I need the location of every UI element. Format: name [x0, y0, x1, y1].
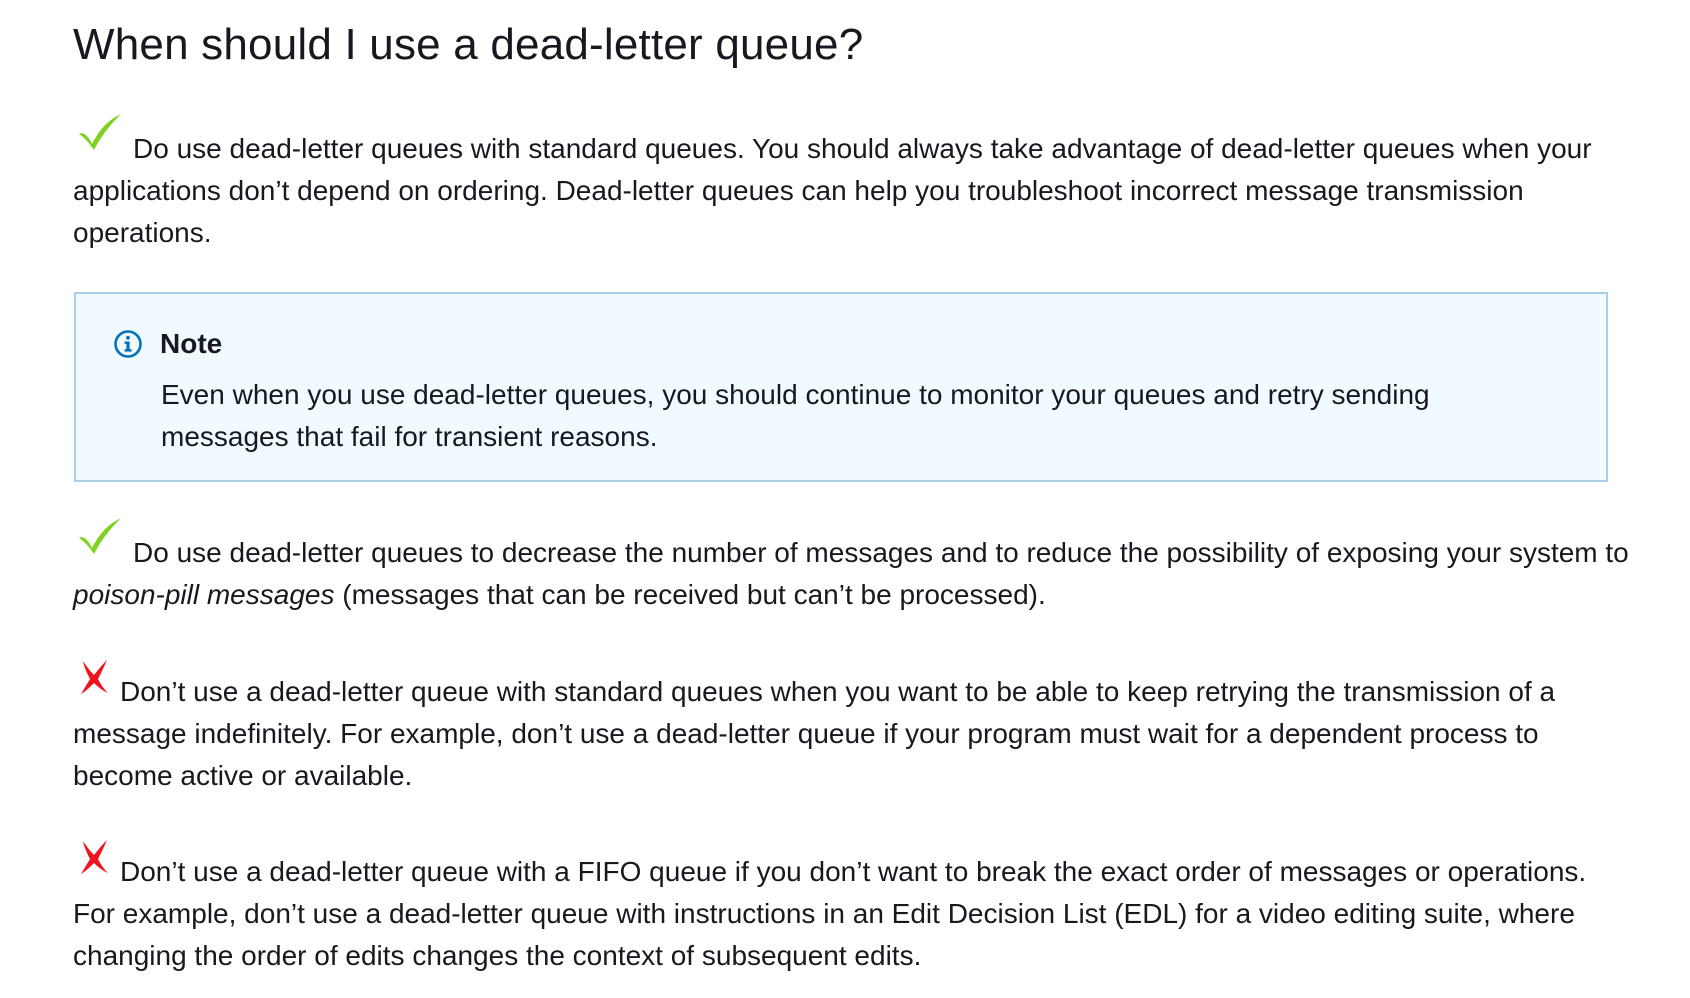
- cross-icon: [73, 660, 120, 701]
- dont-item-text: Don’t use a dead-letter queue with stand…: [73, 676, 1556, 791]
- note-title: Note: [160, 328, 223, 359]
- cross-icon: [73, 840, 120, 881]
- do-item-text: Do use dead-letter queues to decrease th…: [133, 537, 1629, 568]
- do-item-text: Do use dead-letter queues with standard …: [73, 133, 1592, 248]
- do-item-standard-queues: Do use dead-letter queues with standard …: [73, 114, 1633, 254]
- dont-item-retry-indefinitely: Don’t use a dead-letter queue with stand…: [73, 660, 1633, 797]
- note-body: Even when you use dead-letter queues, yo…: [161, 379, 1430, 452]
- check-icon: [73, 518, 133, 562]
- do-item-text-continued: (messages that can be received but can’t…: [334, 579, 1046, 610]
- note-header: Note: [113, 326, 222, 362]
- info-icon: [114, 330, 142, 358]
- do-item-poison-pill: Do use dead-letter queues to decrease th…: [73, 518, 1633, 616]
- check-icon: [73, 114, 133, 158]
- dont-item-fifo-order: Don’t use a dead-letter queue with a FIF…: [73, 840, 1633, 977]
- emphasis-term: poison-pill messages: [73, 579, 335, 610]
- note-callout: Note Even when you use dead-letter queue…: [74, 292, 1608, 482]
- page-title: When should I use a dead-letter queue?: [73, 20, 864, 69]
- document-page: When should I use a dead-letter queue? D…: [0, 0, 1690, 998]
- dont-item-text: Don’t use a dead-letter queue with a FIF…: [73, 856, 1587, 971]
